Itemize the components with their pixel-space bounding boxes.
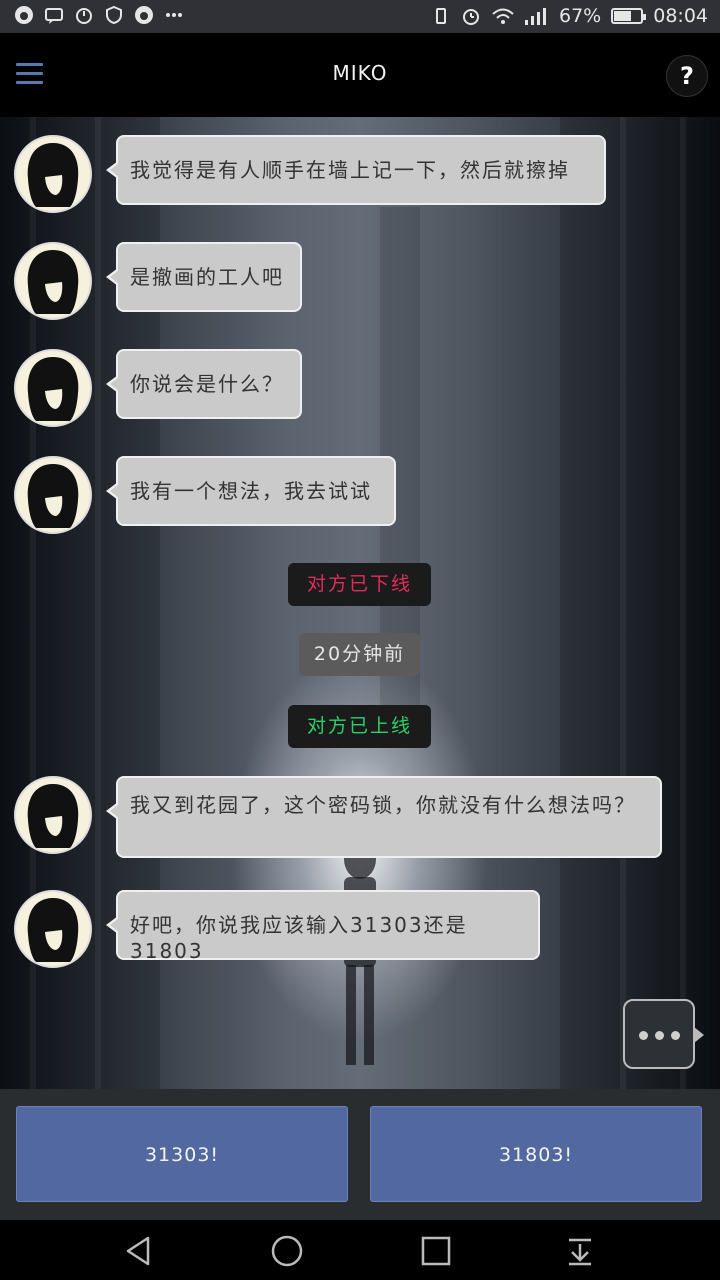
background-building [560, 117, 720, 1089]
help-button[interactable]: ? [666, 55, 708, 97]
background-stripe [620, 117, 626, 1089]
typing-dot [671, 1031, 680, 1040]
typing-dot [639, 1031, 648, 1040]
avatar[interactable] [14, 349, 92, 427]
more-icon [164, 5, 184, 25]
typing-indicator [623, 999, 704, 1069]
signal-icon [521, 6, 549, 26]
dropdown-icon[interactable] [563, 1234, 597, 1268]
battery-icon [611, 8, 647, 24]
choice-button[interactable]: 31803! [370, 1106, 702, 1202]
background-stripe [680, 117, 686, 1089]
avatar[interactable] [14, 890, 92, 968]
shield-wifi-icon [104, 5, 124, 25]
choice-button[interactable]: 31303! [16, 1106, 348, 1202]
wifi-icon [491, 6, 514, 26]
message-row: 我又到花园了，这个密码锁，你就没有什么想法吗？ [14, 776, 662, 858]
timer-icon [74, 5, 94, 25]
battery-percent: 67% [559, 5, 602, 27]
avatar[interactable] [14, 135, 92, 213]
avatar[interactable] [14, 242, 92, 320]
message-row: 你说会是什么？ [14, 349, 302, 427]
home-icon[interactable] [270, 1234, 304, 1268]
page-title: MIKO [332, 61, 388, 85]
vibrate-icon [431, 6, 451, 26]
reply-choices: 31303! 31803! [0, 1089, 720, 1220]
recents-icon[interactable] [419, 1234, 453, 1268]
avatar[interactable] [14, 776, 92, 854]
back-icon[interactable] [122, 1234, 156, 1268]
message-row: 好吧，你说我应该输入31303还是31803 [14, 890, 540, 968]
weibo-icon [14, 5, 34, 25]
message-bubble: 好吧，你说我应该输入31303还是31803 [106, 890, 540, 963]
message-row: 我有一个想法，我去试试 [14, 456, 396, 534]
alarm-icon [461, 6, 481, 26]
typing-dot [655, 1031, 664, 1040]
clock: 08:04 [653, 5, 708, 27]
avatar[interactable] [14, 456, 92, 534]
message-bubble: 你说会是什么？ [106, 349, 302, 419]
offline-notice: 对方已下线 [288, 563, 431, 606]
message-bubble: 是撤画的工人吧 [106, 242, 302, 312]
message-row: 我觉得是有人顺手在墙上记一下，然后就擦掉 [14, 135, 606, 213]
message-row: 是撤画的工人吧 [14, 242, 302, 320]
navigation-bar [0, 1220, 720, 1280]
chat-area[interactable]: 我觉得是有人顺手在墙上记一下，然后就擦掉 是撤画的工人吧 你说会是什么？ 我有一… [0, 117, 720, 1089]
message-bubble: 我觉得是有人顺手在墙上记一下，然后就擦掉 [106, 135, 606, 205]
message-bubble: 我又到花园了，这个密码锁，你就没有什么想法吗？ [106, 776, 662, 858]
online-notice: 对方已上线 [288, 705, 431, 748]
message-icon [44, 5, 64, 25]
message-bubble: 我有一个想法，我去试试 [106, 456, 396, 526]
app-bar: MIKO ? [0, 33, 720, 117]
status-bar: 67% 08:04 [0, 0, 720, 33]
timestamp-badge: 20分钟前 [299, 633, 420, 676]
weibo-icon [134, 5, 154, 25]
